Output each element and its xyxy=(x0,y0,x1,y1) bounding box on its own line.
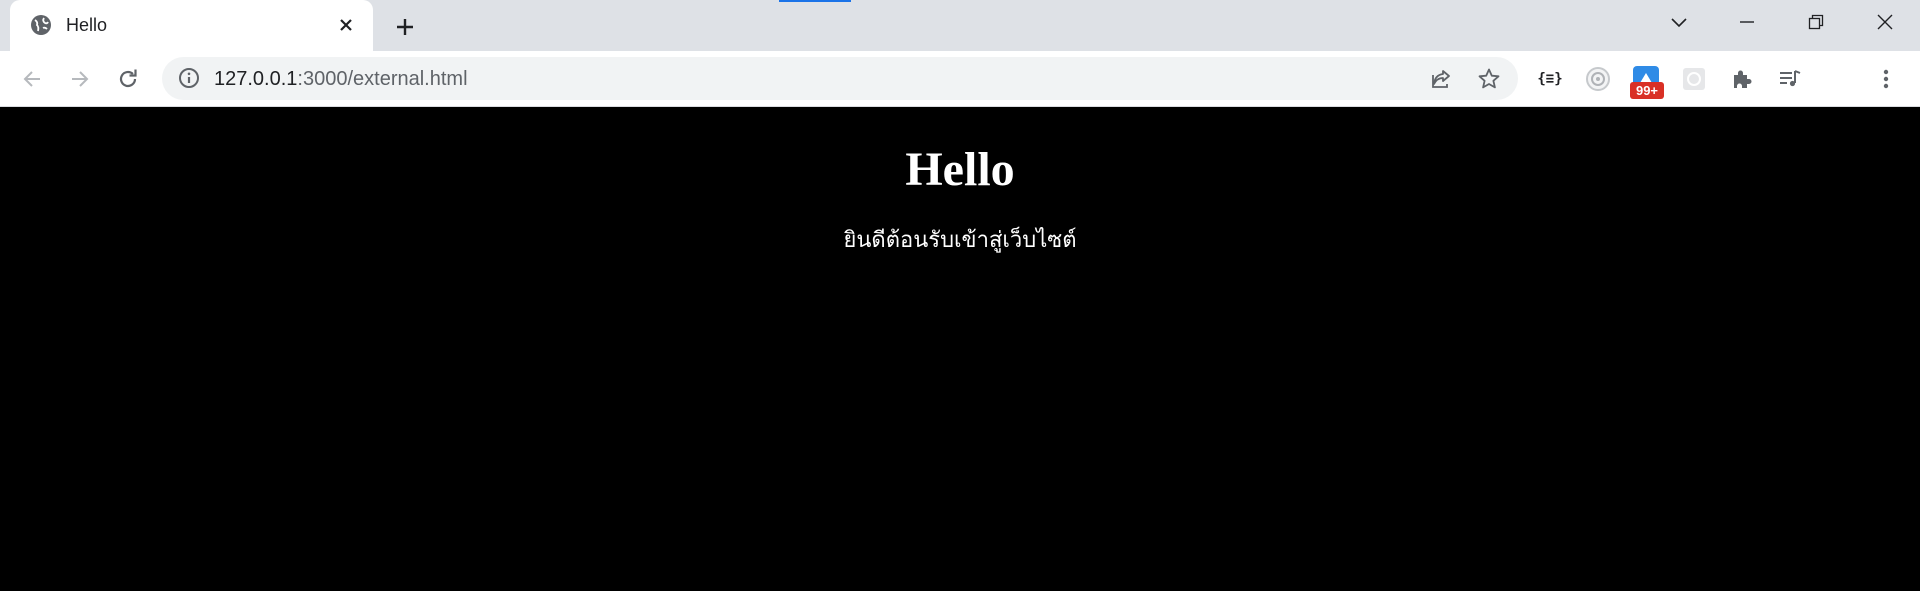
share-icon[interactable] xyxy=(1428,66,1454,92)
tab-hello[interactable]: Hello xyxy=(10,0,373,51)
reload-icon[interactable] xyxy=(112,63,144,95)
url-host: 127.0.0.1 xyxy=(214,68,298,90)
chevron-down-icon[interactable] xyxy=(1659,6,1699,38)
json-viewer-icon: {≡} xyxy=(1537,71,1563,87)
back-icon[interactable] xyxy=(16,63,48,95)
tab-strip: Hello xyxy=(0,0,1920,51)
info-icon[interactable] xyxy=(178,67,200,89)
close-icon[interactable] xyxy=(334,13,358,37)
puzzle-icon[interactable] xyxy=(1724,61,1760,97)
tab-drag-indicator xyxy=(779,0,851,2)
minimize-icon[interactable] xyxy=(1727,6,1767,38)
translate-extension-icon[interactable] xyxy=(1676,61,1712,97)
page-heading: Hello xyxy=(905,143,1015,196)
globe-icon xyxy=(30,14,52,36)
browser-window: Hello 127.0.0.1:3000/external.html {≡} 9… xyxy=(0,0,1920,591)
restore-icon[interactable] xyxy=(1796,6,1836,38)
more-icon[interactable] xyxy=(1868,61,1904,97)
target-extension-icon[interactable] xyxy=(1580,61,1616,97)
page-viewport: Hello ยินดีต้อนรับเข้าสู่เว็บไซต์ xyxy=(0,107,1920,591)
json-viewer-extension[interactable]: {≡} xyxy=(1532,61,1568,97)
forward-icon[interactable] xyxy=(64,63,96,95)
url-path: :3000/external.html xyxy=(297,68,468,90)
star-icon[interactable] xyxy=(1476,66,1502,92)
extension-badge: 99+ xyxy=(1630,82,1664,99)
welcome-text: ยินดีต้อนรับเข้าสู่เว็บไซต์ xyxy=(843,228,1077,253)
window-close-icon[interactable] xyxy=(1865,6,1905,38)
plus-icon[interactable] xyxy=(390,12,420,42)
url-text[interactable]: 127.0.0.1:3000/external.html xyxy=(214,68,468,90)
tab-title: Hello xyxy=(66,15,108,35)
address-bar[interactable]: 127.0.0.1:3000/external.html xyxy=(162,57,1518,100)
media-icon[interactable] xyxy=(1772,61,1808,97)
